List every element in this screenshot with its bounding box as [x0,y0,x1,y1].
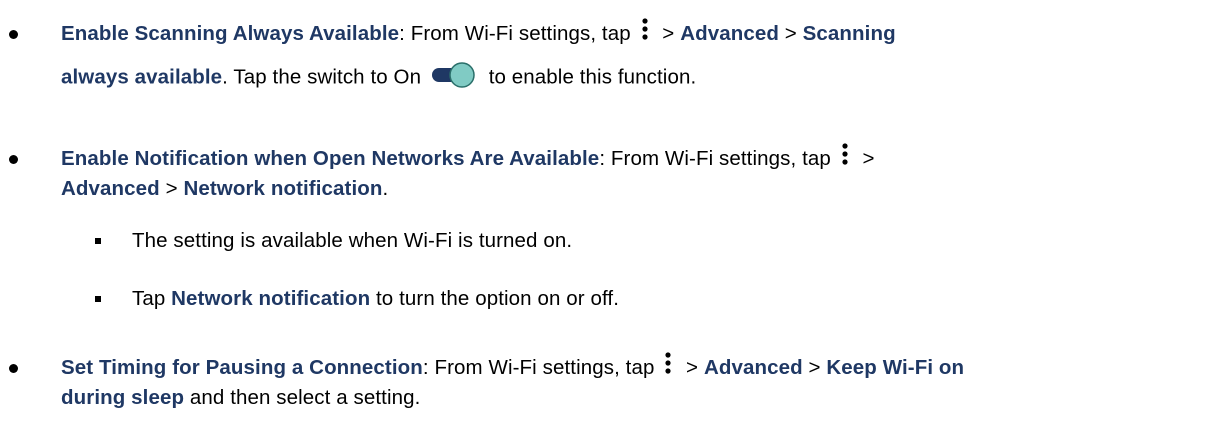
item-text: to enable this function. [482,65,697,89]
item-heading: Set Timing for Pausing a Connection [61,356,423,379]
item-text: . Tap the switch to On [222,65,427,89]
network-notification-label: Network notification [171,287,371,310]
item-line: Set Timing for Pausing a Connection: Fro… [61,351,965,381]
item-heading: Enable Scanning Always Available [61,22,400,45]
separator: > [778,22,803,45]
separator: > [680,356,704,379]
advanced-label: Advanced [680,22,779,45]
item-text: and then select a setting. [184,386,421,409]
sub-bullet [95,296,101,302]
sub-item-line: Tap Network notification to turn the opt… [132,287,619,311]
target-label: always available [61,65,223,89]
sub-item-text: to turn the option on or off. [370,287,619,310]
advanced-label: Advanced [703,356,803,379]
item-text: : From Wi-Fi settings, tap [399,22,637,45]
item-text: : From Wi-Fi settings, tap [422,356,661,379]
item-line: during sleep and then select a setting. [61,386,420,410]
sub-item-line: The setting is available when Wi-Fi is t… [132,229,572,253]
item-line: Advanced > Network notification. [61,177,388,201]
advanced-label: Advanced [61,177,160,200]
bullet-point [9,364,18,373]
item-line: Enable Notification when Open Networks A… [61,142,875,172]
item-heading: Enable Notification when Open Networks A… [61,147,600,170]
item-line: Enable Scanning Always Available: From W… [61,17,896,47]
instruction-list: Enable Scanning Always Available: From W… [0,0,1219,431]
target-label: during sleep [61,386,185,409]
item-line: always available. Tap the switch to On t… [61,62,697,92]
vertical-ellipsis-icon [641,17,648,40]
sub-item-text: Tap [132,287,172,310]
target-label: Keep Wi-Fi on [826,356,965,379]
separator: > [656,22,681,45]
item-text: : From Wi-Fi settings, tap [599,147,837,170]
target-label: Network notification [183,177,383,200]
toggle-switch-on-icon [431,62,475,88]
vertical-ellipsis-icon [665,351,671,374]
item-text: . [382,177,389,200]
sub-item-text: The setting is available when Wi-Fi is t… [132,229,573,252]
separator: > [856,147,875,170]
separator: > [159,177,184,200]
separator: > [802,356,827,379]
bullet-point [9,30,18,39]
bullet-point [9,155,18,164]
vertical-ellipsis-icon [842,142,848,165]
target-label: Scanning [802,22,896,45]
sub-bullet [95,238,101,244]
